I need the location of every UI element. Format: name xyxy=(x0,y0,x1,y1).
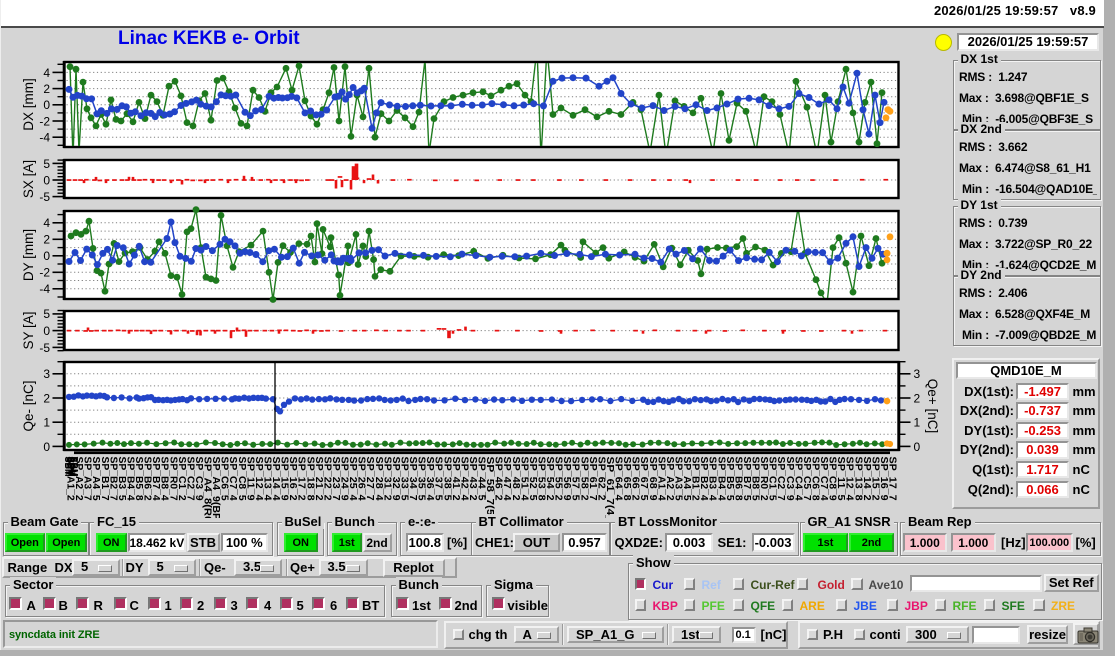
svg-text:0: 0 xyxy=(914,440,921,454)
svg-text:-4: -4 xyxy=(39,282,50,296)
svg-text:4: 4 xyxy=(43,216,50,230)
svg-text:0: 0 xyxy=(43,173,50,187)
svg-text:SBM: SBM xyxy=(68,457,79,477)
svg-text:-5: -5 xyxy=(39,190,50,204)
svg-text:0: 0 xyxy=(43,98,50,112)
svg-text:DY [mm]: DY [mm] xyxy=(21,229,36,281)
svg-text:2: 2 xyxy=(914,391,921,405)
svg-text:3: 3 xyxy=(43,367,50,381)
svg-text:1: 1 xyxy=(914,416,921,430)
svg-text:3: 3 xyxy=(914,367,921,381)
svg-text:SX [A]: SX [A] xyxy=(21,160,36,198)
svg-text:DX [mm]: DX [mm] xyxy=(21,78,36,131)
svg-text:5: 5 xyxy=(43,307,50,321)
svg-text:Qe- [nC]: Qe- [nC] xyxy=(21,380,36,431)
svg-text:5: 5 xyxy=(43,157,50,171)
svg-text:2: 2 xyxy=(43,82,50,96)
svg-text:-2: -2 xyxy=(39,266,50,280)
svg-text:4: 4 xyxy=(43,66,50,80)
svg-text:-2: -2 xyxy=(39,114,50,128)
svg-text:SY [A]: SY [A] xyxy=(21,311,36,349)
svg-text:-4: -4 xyxy=(39,131,50,145)
svg-text:2: 2 xyxy=(43,391,50,405)
svg-text:SP_17_7: SP_17_7 xyxy=(887,457,898,502)
svg-text:-5: -5 xyxy=(39,341,50,355)
svg-text:Qe+ [nC]: Qe+ [nC] xyxy=(925,379,940,433)
svg-text:2: 2 xyxy=(43,233,50,247)
svg-text:0: 0 xyxy=(43,249,50,263)
svg-text:0: 0 xyxy=(43,324,50,338)
svg-text:0: 0 xyxy=(43,440,50,454)
svg-text:1: 1 xyxy=(43,416,50,430)
